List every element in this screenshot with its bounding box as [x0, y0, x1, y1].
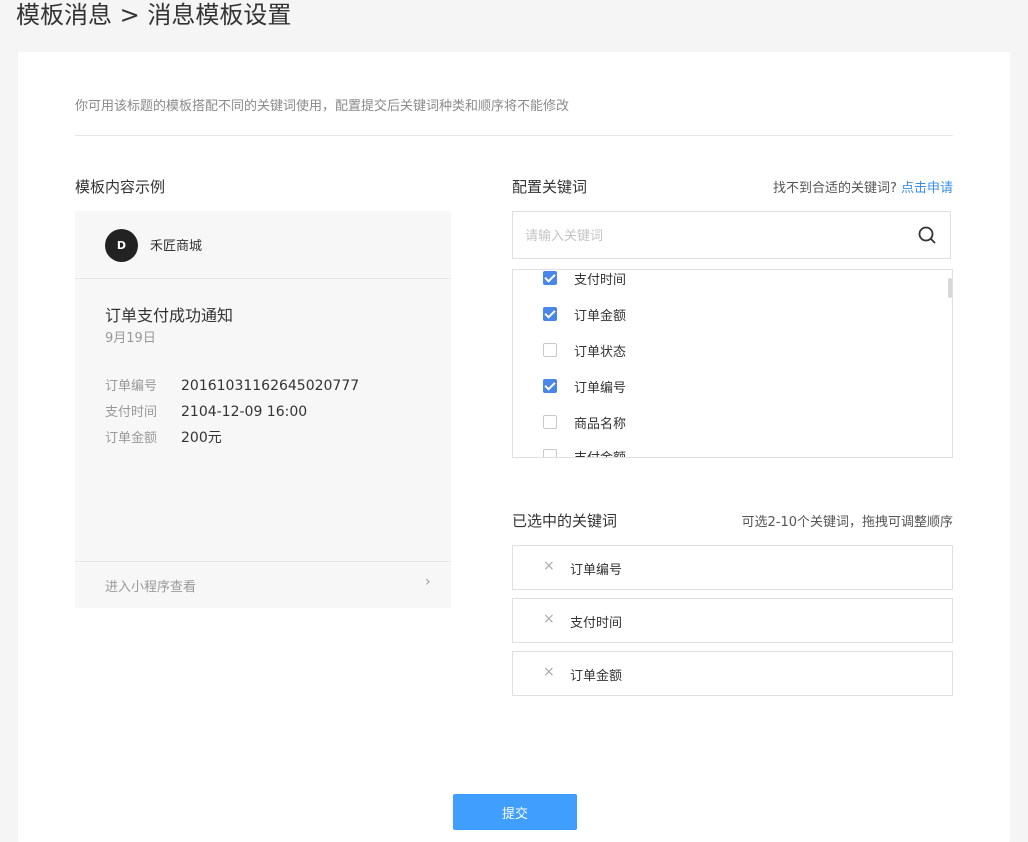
- keyword-option-label: 支付金额: [574, 450, 627, 458]
- keyword-option[interactable]: 支付时间: [543, 270, 627, 288]
- close-icon[interactable]: ×: [543, 664, 555, 680]
- apply-keyword-link[interactable]: 点击申请: [901, 181, 953, 196]
- close-icon[interactable]: ×: [543, 558, 555, 574]
- keyword-option-label: 订单编号: [574, 380, 627, 396]
- keyword-option-label: 支付时间: [574, 272, 627, 288]
- selected-keyword[interactable]: × 订单编号: [512, 545, 953, 590]
- keyword-list-scrollbar[interactable]: [948, 278, 952, 298]
- chevron-right-icon: ›: [425, 574, 431, 590]
- open-miniprogram-label: 进入小程序查看: [105, 580, 197, 595]
- keyword-help-text: 找不到合适的关键词?: [772, 181, 897, 196]
- keyword-option-label: 订单金额: [574, 308, 627, 324]
- checkbox[interactable]: [543, 415, 557, 429]
- preview-field-row: 支付时间 2104-12-09 16:00: [105, 401, 307, 420]
- shop-name: 禾匠商城: [150, 239, 203, 254]
- checkbox[interactable]: [543, 271, 557, 285]
- preview-field-row: 订单编号 20161031162645020777: [105, 375, 359, 394]
- config-hint: 你可用该标题的模板搭配不同的关键词使用，配置提交后关键词种类和顺序将不能修改: [75, 99, 570, 114]
- field-label: 订单金额: [105, 431, 158, 446]
- selected-hint: 可选2-10个关键词，拖拽可调整顺序: [741, 515, 953, 530]
- checkbox[interactable]: [543, 307, 557, 321]
- page-title: 模板消息 > 消息模板设置: [16, 1, 292, 29]
- settings-card: 你可用该标题的模板搭配不同的关键词使用，配置提交后关键词种类和顺序将不能修改 模…: [18, 52, 1010, 842]
- selected-keyword[interactable]: × 支付时间: [512, 598, 953, 643]
- checkbox[interactable]: [543, 449, 557, 457]
- selected-keyword-label: 支付时间: [570, 616, 623, 631]
- search-icon[interactable]: [918, 226, 936, 244]
- preview-section-title: 模板内容示例: [75, 178, 166, 196]
- keyword-list: 支付时间 订单金额 订单状态 订单编号 商品名称 支付金额: [512, 269, 953, 458]
- keyword-help: 找不到合适的关键词? 点击申请: [773, 177, 953, 196]
- shop-logo: D: [105, 229, 138, 262]
- checkbox[interactable]: [543, 343, 557, 357]
- open-miniprogram-link[interactable]: 进入小程序查看 ›: [75, 561, 451, 609]
- message-date: 9月19日: [105, 331, 156, 346]
- keyword-option[interactable]: 订单金额: [543, 304, 626, 324]
- preview-header: D 禾匠商城: [75, 211, 451, 279]
- divider: [75, 135, 953, 136]
- message-title: 订单支付成功通知: [105, 306, 234, 325]
- field-value: 2104-12-09 16:00: [181, 404, 308, 420]
- keyword-option-label: 订单状态: [574, 344, 627, 360]
- keyword-option[interactable]: 订单编号: [543, 376, 626, 396]
- keyword-option-label: 商品名称: [574, 416, 627, 432]
- keyword-option[interactable]: 支付金额: [543, 446, 627, 458]
- checkbox[interactable]: [543, 379, 557, 393]
- keyword-option[interactable]: 商品名称: [543, 412, 626, 432]
- close-icon[interactable]: ×: [543, 611, 555, 627]
- keywords-section-title: 配置关键词: [512, 178, 588, 196]
- keyword-option[interactable]: 订单状态: [543, 340, 626, 360]
- selected-keyword-label: 订单编号: [570, 563, 623, 578]
- selected-keyword-label: 订单金额: [570, 669, 623, 684]
- keyword-search-box: [512, 211, 951, 259]
- selected-keyword[interactable]: × 订单金额: [512, 651, 953, 696]
- keyword-search-input[interactable]: [523, 224, 907, 248]
- selected-section-title: 已选中的关键词: [512, 512, 618, 530]
- preview-field-row: 订单金额 200元: [105, 427, 222, 447]
- field-value: 20161031162645020777: [181, 378, 360, 394]
- template-preview: D 禾匠商城 订单支付成功通知 9月19日 订单编号 20161031162645…: [75, 211, 451, 608]
- field-label: 支付时间: [105, 405, 158, 420]
- field-label: 订单编号: [105, 379, 158, 394]
- field-value: 200元: [181, 430, 222, 446]
